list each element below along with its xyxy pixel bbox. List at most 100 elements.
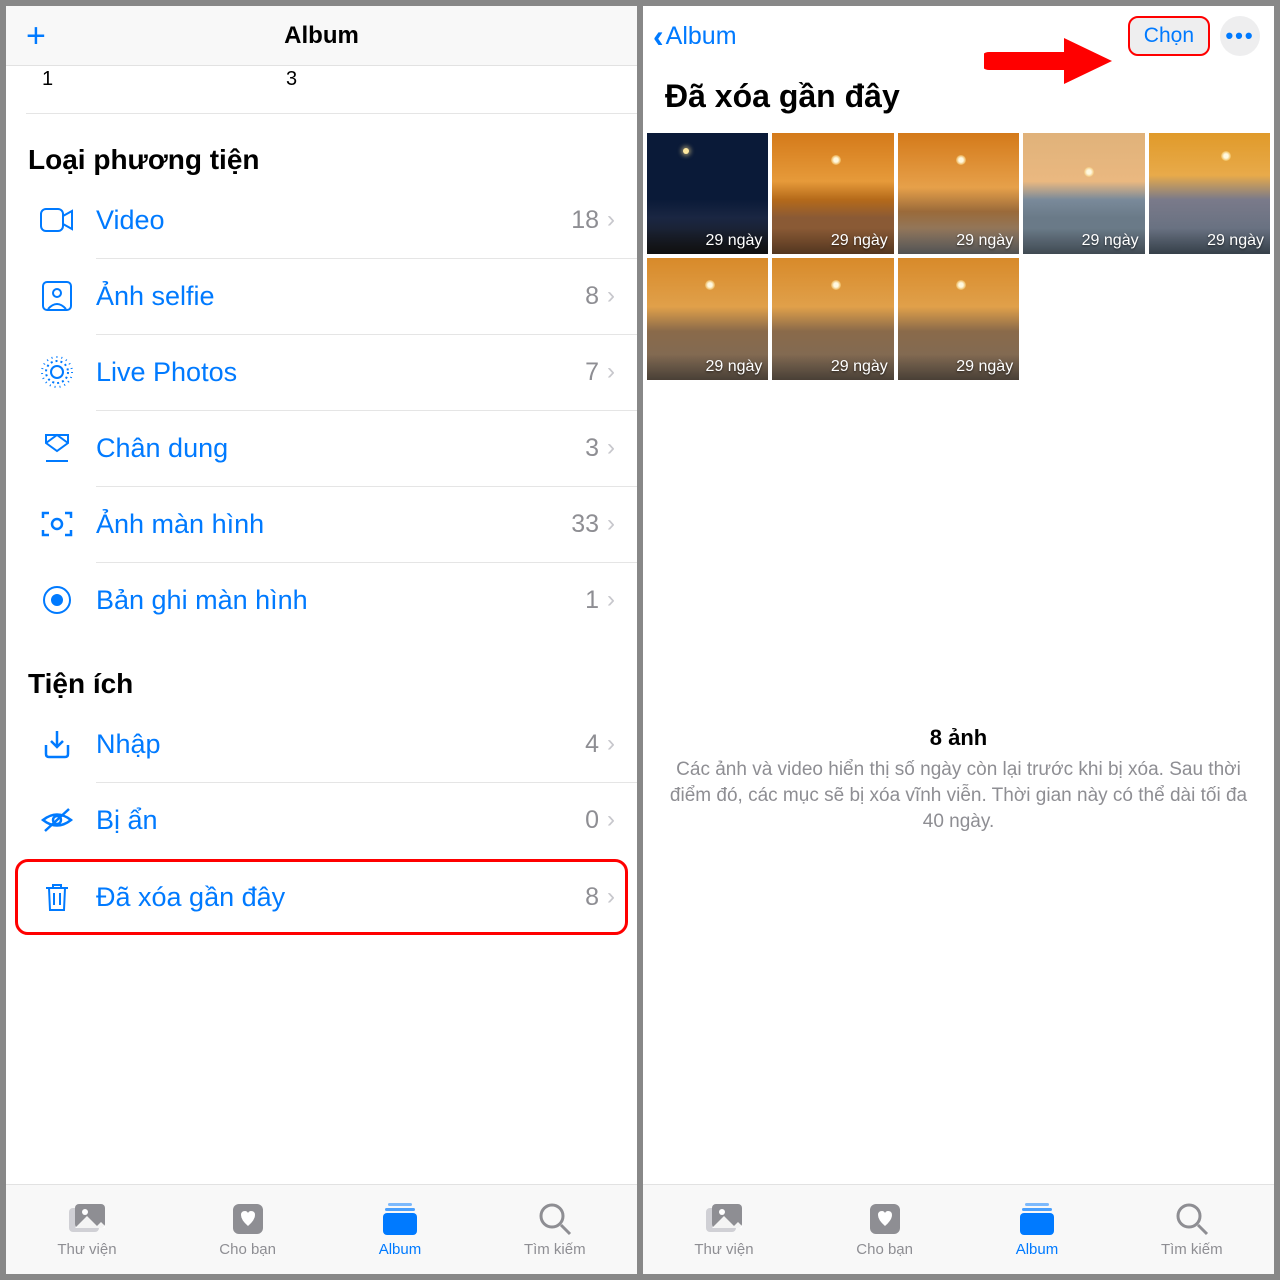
tabbar: Thư viện Cho bạn Album Tìm kiếm [6,1184,637,1274]
row-label: Ảnh màn hình [78,509,571,540]
row-count: 18 [571,206,607,235]
for-you-icon [231,1201,265,1237]
nav-header: + Album [6,6,637,66]
chevron-right-icon: › [607,206,615,234]
tab-label: Album [379,1241,422,1258]
tab-album[interactable]: Album [379,1201,422,1258]
chevron-left-icon: ‹ [653,20,664,52]
tab-label: Tìm kiếm [1161,1241,1223,1258]
row-screenshots[interactable]: Ảnh màn hình 33 › [6,486,637,562]
days-remaining: 29 ngày [772,354,893,380]
tab-search[interactable]: Tìm kiếm [1161,1201,1223,1258]
trash-icon [36,882,78,912]
portrait-icon [36,433,78,463]
row-count: 8 [585,883,607,912]
row-hidden[interactable]: Bị ẩn 0 › [6,782,637,858]
footer-info: 8 ảnh Các ảnh và video hiển thị số ngày … [643,711,1274,852]
album-list-screen: + Album 1 3 Loại phương tiện Video 18 › … [6,6,637,1274]
footer-description: Các ảnh và video hiển thị số ngày còn lạ… [665,757,1252,834]
import-icon [36,729,78,759]
row-label: Nhập [78,729,585,760]
album-count-row: 1 3 [6,66,637,114]
photo-thumb[interactable]: 29 ngày [647,258,768,379]
chevron-right-icon: › [607,883,615,911]
more-icon: ••• [1225,23,1254,49]
section-media-types: Loại phương tiện [6,114,637,182]
screen-recording-icon [36,585,78,615]
nav-header: ‹ Album Chọn ••• [643,6,1274,66]
tab-library[interactable]: Thư viện [57,1201,116,1258]
days-remaining: 29 ngày [898,228,1019,254]
days-remaining: 29 ngày [772,228,893,254]
nav-actions: Chọn ••• [1128,16,1260,56]
recently-deleted-screen: ‹ Album Chọn ••• Đã xóa gần đây 29 ngày … [643,6,1274,1274]
row-portrait[interactable]: Chân dung 3 › [6,410,637,486]
more-button[interactable]: ••• [1220,16,1260,56]
selfie-icon [36,281,78,311]
photo-thumb[interactable]: 29 ngày [898,258,1019,379]
back-button[interactable]: ‹ Album [653,20,737,52]
tab-label: Tìm kiếm [524,1241,586,1258]
live-photos-icon [36,356,78,388]
photo-count: 8 ảnh [665,725,1252,751]
select-button[interactable]: Chọn [1128,16,1210,56]
back-label: Album [666,22,737,51]
photo-thumb[interactable]: 29 ngày [1023,133,1144,254]
row-screen-recordings[interactable]: Bản ghi màn hình 1 › [6,562,637,638]
library-icon [67,1201,107,1237]
row-count: 1 [585,586,607,615]
chevron-right-icon: › [607,806,615,834]
days-remaining: 29 ngày [1023,228,1144,254]
chevron-right-icon: › [607,434,615,462]
row-count: 0 [585,806,607,835]
row-selfie[interactable]: Ảnh selfie 8 › [6,258,637,334]
tabbar: Thư viện Cho bạn Album Tìm kiếm [643,1184,1274,1274]
photo-thumb[interactable]: 29 ngày [898,133,1019,254]
row-live-photos[interactable]: Live Photos 7 › [6,334,637,410]
photo-thumb[interactable]: 29 ngày [772,258,893,379]
screenshot-icon [36,510,78,538]
tab-album[interactable]: Album [1016,1201,1059,1258]
tab-label: Thư viện [694,1241,753,1258]
add-button[interactable]: + [26,19,46,53]
search-icon [538,1201,572,1237]
row-count: 3 [585,434,607,463]
tab-label: Thư viện [57,1241,116,1258]
stub-value-3: 3 [286,68,297,91]
row-label: Ảnh selfie [78,281,585,312]
tab-for-you[interactable]: Cho bạn [219,1201,276,1258]
for-you-icon [868,1201,902,1237]
chevron-right-icon: › [607,358,615,386]
row-label: Bị ẩn [78,805,585,836]
tab-search[interactable]: Tìm kiếm [524,1201,586,1258]
photo-grid: 29 ngày 29 ngày 29 ngày 29 ngày 29 ngày … [643,133,1274,380]
photo-thumb[interactable]: 29 ngày [647,133,768,254]
chevron-right-icon: › [607,586,615,614]
row-count: 4 [585,730,607,759]
photo-thumb[interactable]: 29 ngày [772,133,893,254]
days-remaining: 29 ngày [898,354,1019,380]
video-icon [36,208,78,232]
row-label: Chân dung [78,433,585,464]
nav-title: Album [284,22,359,50]
tab-label: Album [1016,1241,1059,1258]
row-import[interactable]: Nhập 4 › [6,706,637,782]
tab-label: Cho bạn [856,1241,913,1258]
chevron-right-icon: › [607,510,615,538]
row-count: 7 [585,358,607,387]
row-video[interactable]: Video 18 › [6,182,637,258]
row-recently-deleted[interactable]: Đã xóa gần đây 8 › [18,862,625,932]
row-label: Bản ghi màn hình [78,585,585,616]
stub-value-1: 1 [42,68,53,91]
row-count: 8 [585,282,607,311]
photo-thumb[interactable]: 29 ngày [1149,133,1270,254]
media-types-list: Video 18 › Ảnh selfie 8 › Live Photos 7 … [6,182,637,638]
days-remaining: 29 ngày [647,228,768,254]
tab-for-you[interactable]: Cho bạn [856,1201,913,1258]
days-remaining: 29 ngày [1149,228,1270,254]
chevron-right-icon: › [607,282,615,310]
album-icon [382,1201,418,1237]
library-icon [704,1201,744,1237]
hidden-icon [36,807,78,833]
tab-library[interactable]: Thư viện [694,1201,753,1258]
